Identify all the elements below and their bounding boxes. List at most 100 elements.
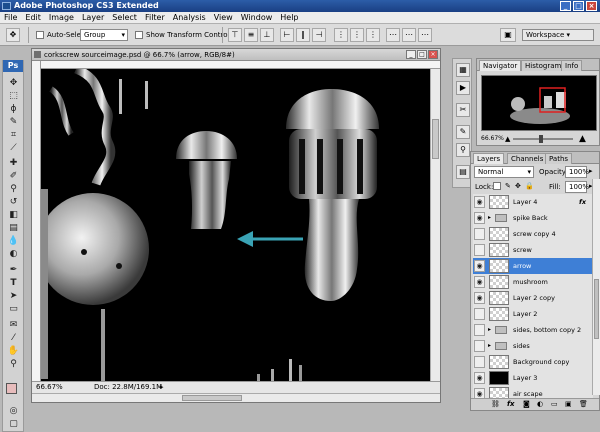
menu-layer[interactable]: Layer xyxy=(78,12,108,24)
marquee-tool-icon[interactable]: ⬚ xyxy=(5,90,22,102)
visibility-eye-icon[interactable] xyxy=(474,324,485,336)
align-vcenter-icon[interactable]: ≡ xyxy=(244,28,258,42)
opacity-field[interactable]: 100% xyxy=(565,166,589,178)
visibility-eye-icon[interactable] xyxy=(474,340,485,352)
visibility-eye-icon[interactable]: ◉ xyxy=(474,276,485,288)
distribute-right-icon[interactable]: ⋯ xyxy=(418,28,432,42)
tab-layers[interactable]: Layers xyxy=(473,153,505,164)
opacity-arrow-icon[interactable]: ▸ xyxy=(589,167,593,175)
shape-tool-icon[interactable]: ▭ xyxy=(5,303,22,315)
zoom-in-icon[interactable]: ▲ xyxy=(579,134,586,144)
new-layer-icon[interactable]: ▣ xyxy=(565,400,572,408)
layer-row[interactable]: ▸ sides, bottom copy 2 xyxy=(473,322,593,339)
eraser-tool-icon[interactable]: ◧ xyxy=(5,209,22,221)
horizontal-scrollbar[interactable] xyxy=(32,393,440,402)
brush-tool-icon[interactable]: ✐ xyxy=(5,170,22,182)
align-left-icon[interactable]: ⊢ xyxy=(280,28,294,42)
brushes-panel-icon[interactable]: ✎ xyxy=(456,125,470,139)
quick-mask-icon[interactable]: ◎ xyxy=(5,405,22,417)
layer-row[interactable]: ◉ arrow xyxy=(473,258,593,275)
layer-row[interactable]: screw xyxy=(473,242,593,259)
path-select-tool-icon[interactable]: ➤ xyxy=(5,290,22,302)
vertical-scrollbar[interactable] xyxy=(430,69,440,381)
distribute-left-icon[interactable]: ⋯ xyxy=(386,28,400,42)
layer-row[interactable]: Layer 2 xyxy=(473,306,593,323)
align-right-icon[interactable]: ⊣ xyxy=(312,28,326,42)
visibility-eye-icon[interactable] xyxy=(474,356,485,368)
auto-select-checkbox[interactable] xyxy=(36,31,44,39)
navigator-zoom-slider[interactable] xyxy=(513,135,573,143)
horizontal-ruler[interactable] xyxy=(41,61,440,69)
align-bottom-icon[interactable]: ⊥ xyxy=(260,28,274,42)
bridge-icon[interactable]: ▣ xyxy=(500,28,516,42)
menu-help[interactable]: Help xyxy=(276,12,302,24)
foreground-color-swatch[interactable] xyxy=(6,383,17,394)
layer-row[interactable]: ◉ ▸ spike Back xyxy=(473,210,593,227)
gradient-tool-icon[interactable]: ▤ xyxy=(5,222,22,234)
link-layers-icon[interactable]: ⛓ xyxy=(491,400,500,408)
canvas[interactable] xyxy=(41,69,430,381)
layer-row[interactable]: Background copy xyxy=(473,354,593,371)
visibility-eye-icon[interactable]: ◉ xyxy=(474,292,485,304)
notes-tool-icon[interactable]: ✉ xyxy=(5,319,22,331)
actions-panel-icon[interactable]: ▶ xyxy=(456,81,470,95)
fx-icon[interactable]: fx xyxy=(507,400,515,408)
slice-tool-icon[interactable]: ⟋ xyxy=(5,142,22,154)
layer-row[interactable]: ◉ Layer 2 copy xyxy=(473,290,593,307)
tab-paths[interactable]: Paths xyxy=(545,153,573,164)
dodge-tool-icon[interactable]: ◐ xyxy=(5,248,22,260)
menu-file[interactable]: File xyxy=(0,12,21,24)
visibility-eye-icon[interactable]: ◉ xyxy=(474,260,485,272)
move-tool-preset-icon[interactable]: ✥ xyxy=(6,28,20,42)
lasso-tool-icon[interactable]: ϕ xyxy=(5,103,22,115)
trash-icon[interactable]: 🗑 xyxy=(579,400,588,408)
menu-window[interactable]: Window xyxy=(237,12,277,24)
menu-view[interactable]: View xyxy=(210,12,237,24)
menu-analysis[interactable]: Analysis xyxy=(169,12,210,24)
distribute-top-icon[interactable]: ⋮ xyxy=(334,28,348,42)
doc-maximize-button[interactable]: □ xyxy=(417,50,427,59)
auto-select-dropdown[interactable]: Group ▾ xyxy=(80,29,128,41)
distribute-bottom-icon[interactable]: ⋮ xyxy=(366,28,380,42)
move-tool-icon[interactable]: ✥ xyxy=(5,77,22,89)
visibility-eye-icon[interactable]: ◉ xyxy=(474,372,485,384)
status-menu-arrow-icon[interactable]: ▸ xyxy=(160,382,164,393)
visibility-eye-icon[interactable]: ◉ xyxy=(474,212,485,224)
visibility-eye-icon[interactable] xyxy=(474,244,485,256)
lock-transparent-icon[interactable] xyxy=(493,182,501,190)
close-button[interactable]: × xyxy=(586,1,597,11)
new-group-icon[interactable]: ▭ xyxy=(551,400,558,408)
layer-row[interactable]: ◉ Layer 3 xyxy=(473,370,593,387)
layers-scrollbar[interactable] xyxy=(592,179,600,395)
doc-close-button[interactable]: × xyxy=(428,50,438,59)
show-transform-checkbox[interactable] xyxy=(135,31,143,39)
doc-minimize-button[interactable]: _ xyxy=(406,50,416,59)
visibility-eye-icon[interactable]: ◉ xyxy=(474,196,485,208)
tab-navigator[interactable]: Navigator xyxy=(479,60,522,71)
menu-image[interactable]: Image xyxy=(45,12,78,24)
layer-row[interactable]: ◉ mushroom xyxy=(473,274,593,291)
workspace-dropdown[interactable]: Workspace ▾ xyxy=(522,29,594,41)
distribute-hcenter-icon[interactable]: ⋯ xyxy=(402,28,416,42)
lock-all-icon[interactable]: 🔒 xyxy=(525,182,534,190)
align-top-icon[interactable]: ⊤ xyxy=(228,28,242,42)
expand-group-icon[interactable]: ▸ xyxy=(488,338,491,354)
layer-row[interactable]: ▸ sides xyxy=(473,338,593,355)
visibility-eye-icon[interactable] xyxy=(474,308,485,320)
eyedropper-tool-icon[interactable]: ⁄ xyxy=(5,332,22,344)
expand-group-icon[interactable]: ▸ xyxy=(488,210,491,226)
adjustment-layer-icon[interactable]: ◐ xyxy=(537,400,543,408)
add-mask-icon[interactable]: ◙ xyxy=(523,400,530,408)
tools-panel-icon[interactable]: ✂ xyxy=(456,103,470,117)
align-hcenter-icon[interactable]: ‖ xyxy=(296,28,310,42)
zoom-out-icon[interactable]: ▲ xyxy=(505,135,510,143)
zoom-level[interactable]: 66.67% xyxy=(36,382,63,393)
crop-tool-icon[interactable]: ⌗ xyxy=(5,129,22,141)
history-panel-icon[interactable]: ▦ xyxy=(456,63,470,77)
pen-tool-icon[interactable]: ✒ xyxy=(5,264,22,276)
menu-edit[interactable]: Edit xyxy=(21,12,45,24)
quick-select-tool-icon[interactable]: ✎ xyxy=(5,116,22,128)
navigator-thumbnail[interactable] xyxy=(481,75,597,131)
zoom-tool-icon[interactable]: ⚲ xyxy=(5,358,22,370)
tab-channels[interactable]: Channels xyxy=(507,153,548,164)
